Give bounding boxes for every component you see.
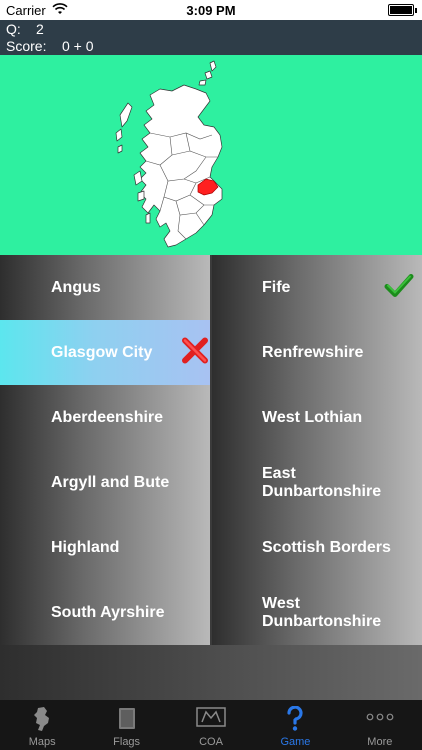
answer-label: Aberdeenshire	[51, 408, 164, 426]
answer-label: West Lothian	[262, 408, 363, 426]
scotland-map-icon	[31, 706, 53, 735]
status-time: 3:09 PM	[186, 3, 236, 18]
answer-label: Argyll and Bute	[51, 473, 170, 491]
answer-label: Scottish Borders	[262, 538, 391, 556]
answer-label: West Dunbartonshire	[262, 594, 382, 630]
answer-label: Highland	[51, 538, 120, 556]
correct-check-icon	[384, 272, 414, 303]
tab-flags[interactable]: Flags	[84, 700, 168, 750]
tab-label: Maps	[28, 736, 56, 748]
answer-highland[interactable]: Highland	[0, 515, 210, 580]
question-mark-icon	[286, 705, 304, 735]
flag-icon	[116, 706, 138, 735]
wrong-x-icon	[182, 337, 208, 368]
answer-glasgow-city[interactable]: Glasgow City	[0, 320, 210, 385]
answer-renfrewshire[interactable]: Renfrewshire	[212, 320, 422, 385]
tab-more[interactable]: More	[338, 700, 422, 750]
quiz-map	[0, 55, 422, 255]
answer-west-lothian[interactable]: West Lothian	[212, 385, 422, 450]
battery-icon	[388, 4, 417, 16]
score-value: 0 + 0	[62, 38, 94, 54]
question-label: Q:	[6, 21, 21, 37]
tab-game[interactable]: Game	[253, 700, 337, 750]
answer-label: Fife	[262, 278, 291, 296]
score-header: Q: 2 Score: 0 + 0	[0, 20, 422, 55]
answer-label: Angus	[51, 278, 101, 296]
answer-label: Renfrewshire	[262, 343, 364, 361]
answer-label: East Dunbartonshire	[262, 464, 382, 500]
tab-label: Game	[280, 736, 311, 748]
tab-coa[interactable]: COA	[169, 700, 253, 750]
question-row: Q: 2	[6, 21, 44, 37]
answer-label: South Ayrshire	[51, 603, 165, 621]
answer-west-dunbartonshire[interactable]: West Dunbartonshire	[212, 580, 422, 645]
tab-label: More	[367, 736, 393, 748]
answer-scottish-borders[interactable]: Scottish Borders	[212, 515, 422, 580]
tab-label: COA	[199, 736, 223, 748]
answer-aberdeenshire[interactable]: Aberdeenshire	[0, 385, 210, 450]
answer-grid: Angus Glasgow City Aberdeenshire Argyll …	[0, 255, 422, 645]
coat-of-arms-icon	[196, 706, 226, 731]
answer-fife[interactable]: Fife	[212, 255, 422, 320]
tab-label: Flags	[113, 736, 141, 748]
score-label: Score:	[6, 38, 47, 54]
score-row: Score: 0 + 0	[6, 38, 94, 54]
answer-east-dunbartonshire[interactable]: East Dunbartonshire	[212, 450, 422, 515]
answer-south-ayrshire[interactable]: South Ayrshire	[0, 580, 210, 645]
answer-argyll-and-bute[interactable]: Argyll and Bute	[0, 450, 210, 515]
answer-angus[interactable]: Angus	[0, 255, 210, 320]
more-dots-icon	[366, 712, 394, 724]
tab-bar: Maps Flags COA Game More	[0, 700, 422, 750]
empty-band	[0, 645, 422, 700]
question-number: 2	[36, 21, 44, 37]
answer-label: Glasgow City	[51, 343, 153, 361]
scotland-map	[115, 60, 223, 248]
tab-maps[interactable]: Maps	[0, 700, 84, 750]
status-bar: Carrier 3:09 PM	[0, 0, 422, 20]
